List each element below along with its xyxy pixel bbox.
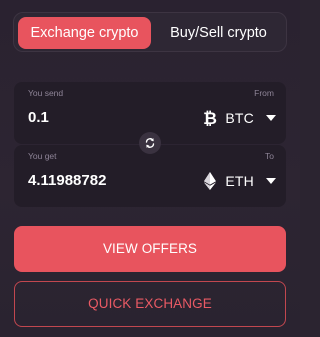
send-amount-input[interactable] [28,106,178,130]
ethereum-icon [201,172,219,190]
send-currency-code: BTC [225,110,254,126]
chevron-down-icon [266,178,276,184]
get-amount-input[interactable] [28,169,178,193]
tab-exchange-crypto[interactable]: Exchange crypto [18,17,151,49]
from-label: From [254,88,274,98]
exchange-widget: Exchange crypto Buy/Sell crypto You send… [0,0,300,337]
get-label: You get [28,151,57,161]
send-currency-selector[interactable]: ₿ BTC [201,104,276,132]
bitcoin-icon: ₿ [201,109,219,127]
mode-tabs: Exchange crypto Buy/Sell crypto [13,12,287,52]
tab-buy-sell-crypto[interactable]: Buy/Sell crypto [153,17,284,49]
swap-button[interactable] [139,132,161,154]
quick-exchange-button[interactable]: QUICK EXCHANGE [14,281,286,327]
swap-arrows-icon [144,137,156,149]
get-currency-selector[interactable]: ETH [201,167,276,195]
chevron-down-icon [266,115,276,121]
svg-text:₿: ₿ [203,109,217,127]
view-offers-button[interactable]: VIEW OFFERS [14,226,286,272]
get-currency-code: ETH [225,173,254,189]
send-label: You send [28,88,64,98]
get-field: You get To ETH [14,145,286,207]
to-label: To [265,151,274,161]
